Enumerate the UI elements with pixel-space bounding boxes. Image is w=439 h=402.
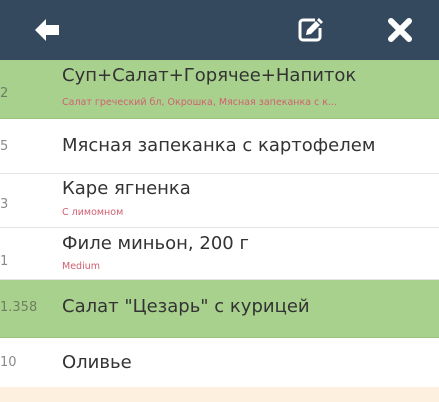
item-title: Каре ягненка	[62, 178, 191, 199]
next-item-peek	[0, 387, 439, 402]
edit-button[interactable]	[280, 0, 340, 60]
order-item[interactable]: 3 Каре ягненка С лимомном	[0, 174, 439, 228]
item-title: Суп+Салат+Горячее+Напиток	[62, 65, 357, 86]
item-quantity: 1	[0, 254, 9, 269]
close-icon	[388, 18, 412, 42]
item-modifier: Medium	[62, 261, 100, 272]
order-item[interactable]: 10 Оливье	[0, 338, 439, 387]
item-quantity: 3	[0, 197, 9, 212]
order-item[interactable]: 2 Суп+Салат+Горячее+Напиток Салат гречес…	[0, 60, 439, 119]
edit-icon	[298, 18, 323, 42]
order-item[interactable]: 5 Мясная запеканка с картофелем	[0, 119, 439, 174]
item-title: Оливье	[62, 352, 132, 373]
item-quantity: 10	[0, 355, 17, 370]
item-title: Филе миньон, 200 г	[62, 233, 249, 254]
order-screen: 2 Суп+Салат+Горячее+Напиток Салат гречес…	[0, 0, 439, 402]
order-list: 2 Суп+Салат+Горячее+Напиток Салат гречес…	[0, 60, 439, 387]
item-modifier: С лимомном	[62, 207, 124, 218]
arrow-left-icon	[35, 19, 59, 41]
order-item[interactable]: 1.358 Салат "Цезарь" с курицей	[0, 280, 439, 338]
item-quantity: 1.358	[0, 300, 38, 315]
item-quantity: 2	[0, 86, 9, 101]
top-toolbar	[0, 0, 439, 60]
order-item[interactable]: 1 Филе миньон, 200 г Medium	[0, 228, 439, 280]
close-button[interactable]	[370, 0, 430, 60]
back-button[interactable]	[18, 0, 78, 60]
item-title: Мясная запеканка с картофелем	[62, 135, 376, 156]
item-title: Салат "Цезарь" с курицей	[62, 296, 310, 317]
item-quantity: 5	[0, 139, 9, 154]
item-modifier: Салат греческий бл, Окрошка, Мясная запе…	[62, 97, 338, 108]
